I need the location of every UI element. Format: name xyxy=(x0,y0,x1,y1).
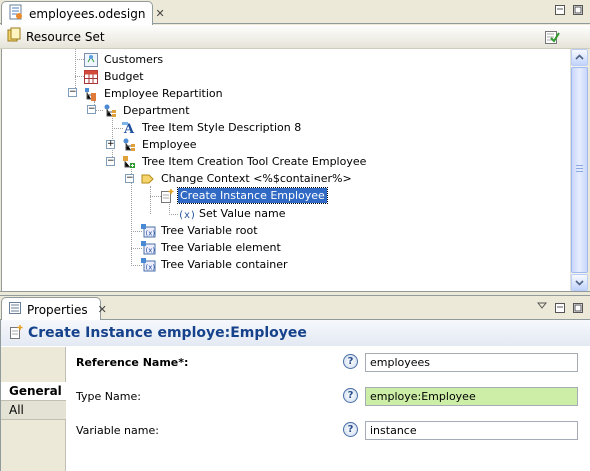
collapse-toggle[interactable]: − xyxy=(68,88,77,97)
reference-name-field[interactable] xyxy=(365,353,578,372)
tree-item-department[interactable]: Department xyxy=(102,102,192,119)
tree-item-label: Employee Repartition xyxy=(104,87,223,100)
customers-icon xyxy=(83,52,99,68)
tree-item-creation-tool[interactable]: Tree Item Creation Tool Create Employee xyxy=(121,153,368,170)
tree-item-customers[interactable]: Customers xyxy=(83,51,165,68)
svg-text:(x): (x) xyxy=(178,210,194,221)
tree-item-variable-root[interactable]: (x) Tree Variable root xyxy=(140,222,260,239)
tree-item-label: Tree Variable root xyxy=(161,224,258,237)
minimize-icon[interactable] xyxy=(554,302,566,314)
tree-item-variable-container[interactable]: (x) Tree Variable container xyxy=(140,256,290,273)
help-icon[interactable]: ? xyxy=(343,354,358,369)
tree-item-employee-repartition[interactable]: Employee Repartition xyxy=(83,85,225,102)
close-icon[interactable]: ✕ xyxy=(155,7,164,20)
change-context-icon xyxy=(140,171,156,187)
variable-name-field[interactable] xyxy=(365,421,578,440)
variable-name-label: Variable name: xyxy=(76,424,159,437)
properties-form: Reference Name*: ? Type Name: ? Variable… xyxy=(67,347,590,471)
tree-item-label: Set Value name xyxy=(199,207,286,220)
tree-item-style-description[interactable]: A Tree Item Style Description 8 xyxy=(121,119,303,137)
collapse-toggle[interactable]: − xyxy=(87,105,96,114)
properties-icon xyxy=(8,301,22,318)
tree-item-create-instance[interactable]: Create Instance Employee xyxy=(159,187,328,204)
svg-text:(x): (x) xyxy=(146,229,156,237)
collapse-toggle[interactable]: − xyxy=(125,174,134,183)
tree-item-label: Department xyxy=(123,104,190,117)
properties-tab-label: Properties xyxy=(27,302,88,317)
close-icon[interactable]: ✕ xyxy=(98,303,107,316)
properties-tab-bar: Properties ✕ xyxy=(0,295,590,321)
tree-item-variable-element[interactable]: (x) Tree Variable element xyxy=(140,239,283,256)
tree-item-label: Tree Variable element xyxy=(161,241,281,254)
maximize-icon[interactable] xyxy=(572,4,584,16)
tree-item-label: Create Instance Employee xyxy=(177,187,328,204)
editor-bottom-edge xyxy=(0,291,590,294)
tree-item-label: Employee xyxy=(142,138,197,151)
resource-tree[interactable]: − − + − − Customers Budget Employee Repa… xyxy=(1,49,570,291)
properties-tab[interactable]: Properties ✕ xyxy=(1,297,107,321)
properties-title-bar: Create Instance employe:Employee xyxy=(1,320,590,346)
maximize-icon[interactable] xyxy=(572,302,584,314)
svg-text:(x): (x) xyxy=(146,263,156,271)
tab-all[interactable]: All xyxy=(1,401,66,420)
variable-icon: (x) xyxy=(140,223,156,239)
properties-view: Properties ✕ Create Instance employe:Emp… xyxy=(0,295,590,471)
variable-icon: (x) xyxy=(140,257,156,273)
tree-mapping-icon xyxy=(102,103,118,119)
help-icon[interactable]: ? xyxy=(343,388,358,403)
properties-title: Create Instance employe:Employee xyxy=(28,325,307,341)
editor-tab[interactable]: employees.odesign ✕ xyxy=(1,1,165,25)
resource-set-header: Resource Set xyxy=(0,25,590,49)
type-name-field[interactable] xyxy=(365,387,578,406)
create-instance-icon xyxy=(8,324,24,343)
scroll-thumb[interactable] xyxy=(571,67,588,273)
properties-body: Create Instance employe:Employee General… xyxy=(0,320,590,471)
view-menu-icon[interactable] xyxy=(536,301,548,314)
validate-icon[interactable] xyxy=(544,29,560,48)
expand-toggle[interactable]: + xyxy=(106,140,115,149)
type-name-label: Type Name: xyxy=(76,390,141,403)
table-icon xyxy=(83,69,99,85)
properties-side-tabs: General All xyxy=(1,347,66,471)
tree-item-label: Tree Variable container xyxy=(161,258,288,271)
tree-item-label: Change Context <%$container%> xyxy=(161,172,352,185)
scroll-up-button[interactable] xyxy=(571,49,588,66)
set-value-icon: (x) xyxy=(178,206,196,222)
svg-text:(x): (x) xyxy=(146,246,156,254)
odesign-file-icon xyxy=(8,4,24,23)
minimize-icon[interactable] xyxy=(554,4,566,16)
tree-item-label: Customers xyxy=(104,53,164,66)
collapse-toggle[interactable]: − xyxy=(106,157,115,166)
tree-mapping-icon xyxy=(121,137,137,153)
tree-item-employee[interactable]: Employee xyxy=(121,136,198,153)
tree-item-set-value[interactable]: (x) Set Value name xyxy=(178,205,287,222)
tree-item-label: Budget xyxy=(104,70,144,83)
tree-item-label: Tree Item Creation Tool Create Employee xyxy=(142,155,367,168)
tree-vertical-scrollbar[interactable] xyxy=(570,49,588,291)
tree-repartition-icon xyxy=(83,86,99,102)
editor-view: employees.odesign ✕ Resource Set − − + −… xyxy=(0,0,590,294)
tree-item-label: Tree Item Style Description 8 xyxy=(142,121,302,134)
editor-tab-label: employees.odesign xyxy=(29,6,146,21)
variable-icon: (x) xyxy=(140,240,156,256)
editor-tab-bar: employees.odesign ✕ xyxy=(0,0,590,25)
create-instance-icon xyxy=(159,188,175,204)
tab-general[interactable]: General xyxy=(1,382,66,401)
style-icon: A xyxy=(121,120,137,137)
resource-set-icon xyxy=(6,27,22,46)
tree-item-change-context[interactable]: Change Context <%$container%> xyxy=(140,170,354,187)
help-icon[interactable]: ? xyxy=(343,422,358,437)
tree-item-budget[interactable]: Budget xyxy=(83,68,146,85)
reference-name-label: Reference Name*: xyxy=(76,356,189,369)
creation-tool-icon xyxy=(121,154,137,170)
scroll-down-button[interactable] xyxy=(571,274,588,291)
resource-set-label: Resource Set xyxy=(26,29,105,44)
